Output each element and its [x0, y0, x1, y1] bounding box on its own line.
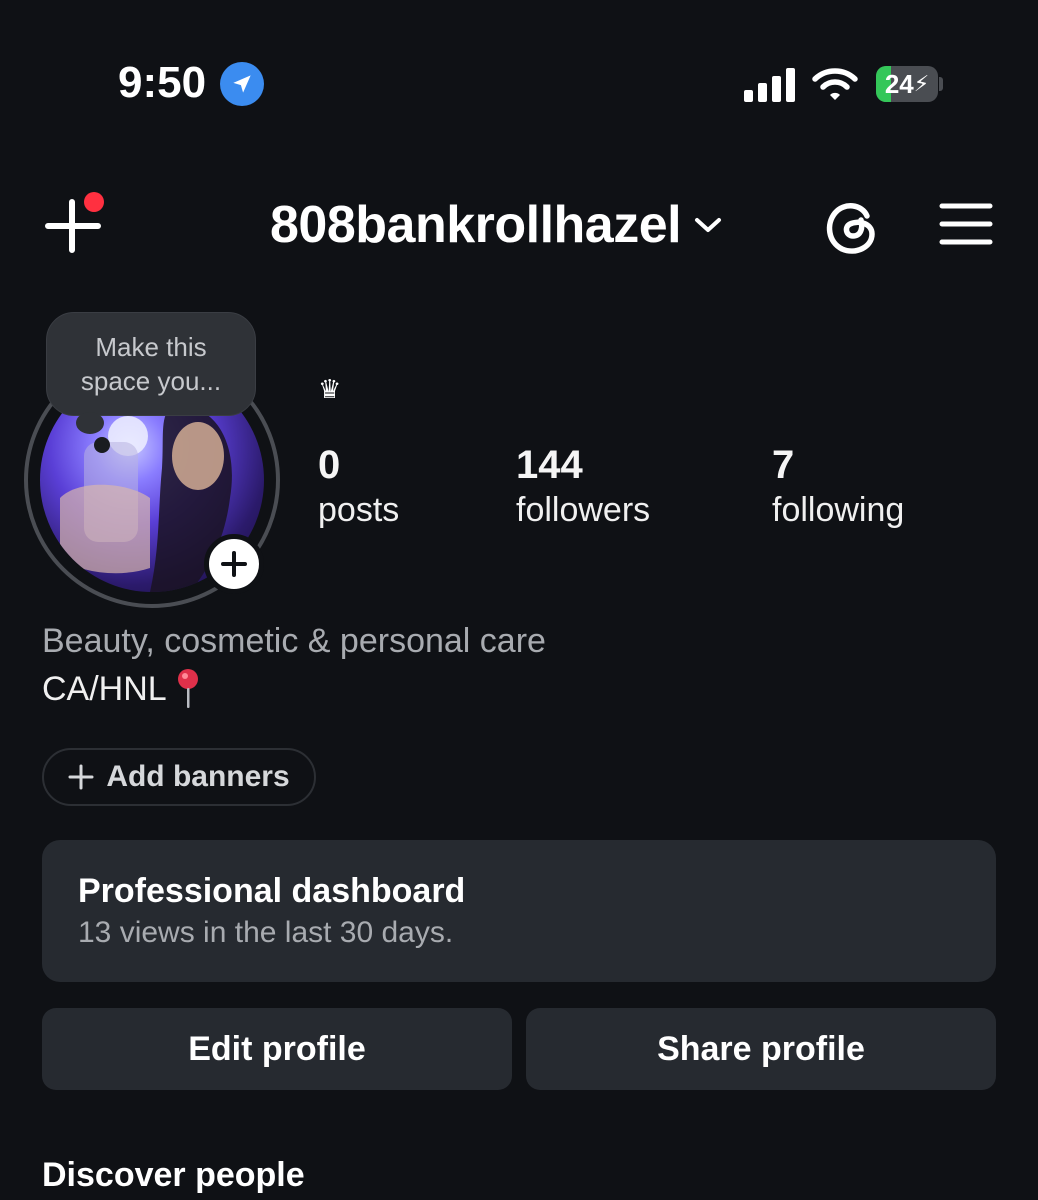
wifi-icon — [812, 68, 858, 100]
share-profile-button[interactable]: Share profile — [526, 1008, 996, 1090]
account-switcher[interactable]: 808bankrollhazel — [270, 195, 723, 255]
username: 808bankrollhazel — [270, 196, 682, 254]
edit-profile-label: Edit profile — [188, 1029, 366, 1068]
add-banners-button[interactable]: Add banners — [42, 748, 316, 806]
stat-following[interactable]: 7 following — [772, 442, 904, 532]
bio-text: CA/HNL — [42, 669, 167, 708]
note-bubble-tail-dot — [94, 437, 110, 453]
dashboard-title: Professional dashboard — [78, 872, 466, 910]
stat-following-count: 7 — [772, 443, 795, 487]
add-banners-label: Add banners — [106, 760, 290, 793]
note-bubble-text: Make this space you... — [80, 332, 222, 396]
professional-dashboard-card[interactable] — [42, 840, 996, 982]
profile-bio: CA/HNL — [42, 668, 201, 710]
stat-posts[interactable]: 0 posts — [318, 442, 399, 532]
stat-posts-label: posts — [318, 491, 400, 529]
round-pushpin-icon — [177, 669, 198, 708]
note-bubble[interactable]: Make this space you... — [46, 312, 256, 416]
charging-bolt-icon: ⚡ — [913, 71, 930, 96]
hamburger-menu-icon[interactable] — [938, 200, 994, 248]
stat-posts-count: 0 — [318, 443, 341, 487]
add-story-button[interactable] — [204, 534, 264, 594]
discover-people-heading: Discover people — [42, 1156, 305, 1194]
stat-followers[interactable]: 144 followers — [516, 442, 650, 532]
dashboard-subtitle: 13 views in the last 30 days. — [78, 916, 454, 949]
chevron-down-icon — [695, 218, 722, 232]
threads-icon[interactable] — [822, 196, 882, 256]
location-arrow-icon — [220, 62, 264, 106]
stat-followers-count: 144 — [516, 443, 583, 487]
stat-following-label: following — [772, 491, 905, 529]
note-bubble-tail — [76, 412, 104, 434]
stat-followers-label: followers — [516, 491, 651, 529]
notification-dot — [84, 192, 104, 212]
battery-level-text: 24 — [884, 68, 914, 99]
share-profile-label: Share profile — [657, 1029, 865, 1068]
status-time: 9:50 — [118, 58, 207, 107]
profile-name: ♛ — [318, 374, 342, 404]
cellular-signal-icon — [744, 68, 795, 102]
profile-category: Beauty, cosmetic & personal care — [42, 622, 546, 660]
battery-icon: 24 ⚡ — [876, 66, 943, 102]
plus-icon — [68, 764, 94, 790]
edit-profile-button[interactable]: Edit profile — [42, 1008, 512, 1090]
